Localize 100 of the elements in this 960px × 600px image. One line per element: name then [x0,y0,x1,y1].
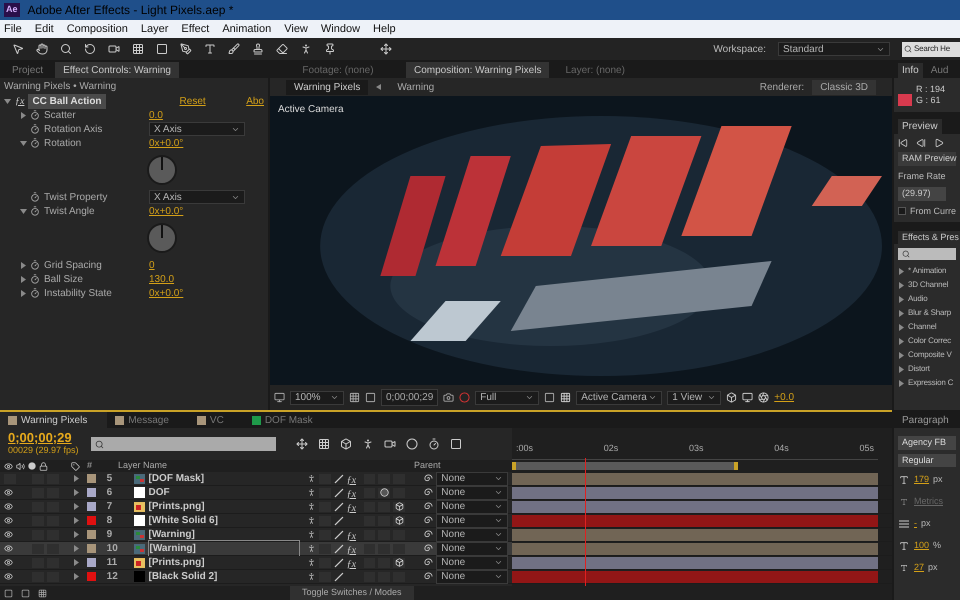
layer-row[interactable]: 9 [Warning] ƒx None [0,528,512,542]
layer-duration-bar[interactable] [512,472,878,484]
vertical-scale-value[interactable]: 100 [914,539,930,553]
fx-icon[interactable]: ƒx [346,474,356,486]
menu-item[interactable]: Layer [140,20,168,38]
renderer-button[interactable]: Classic 3D [812,80,876,94]
parent-dropdown[interactable]: None [436,556,508,570]
stopwatch-icon[interactable] [30,274,40,284]
eraser-icon[interactable] [276,43,288,55]
brush-icon[interactable] [228,43,240,55]
label-color[interactable] [86,516,96,525]
type-icon[interactable] [204,43,216,55]
switch-box[interactable] [378,544,390,554]
zoom-dropdown[interactable]: 100% [290,390,344,404]
expand-arrow-icon[interactable] [20,276,27,282]
layer-name[interactable]: [Prints.png] [148,555,300,570]
search-field[interactable] [90,437,276,451]
shy-switch-icon[interactable] [306,530,316,539]
fx-icon[interactable]: ƒx [346,502,356,514]
label-color[interactable] [86,572,96,581]
search-help-field[interactable]: Search He [902,42,960,56]
play-icon[interactable] [934,138,944,148]
property-value[interactable]: 0.0 [149,108,163,122]
ram-preview-dropdown[interactable]: RAM Preview [898,152,956,166]
draft-3d-icon[interactable] [340,438,352,450]
fx-icon[interactable]: ƒx [346,558,356,570]
parent-dropdown[interactable]: None [436,486,508,500]
menu-item[interactable]: Edit [34,20,54,38]
quality-icon[interactable] [334,544,344,554]
current-time[interactable]: 0;00;00;29 [8,432,79,444]
pick-whip-icon[interactable] [424,488,434,497]
pen-icon[interactable] [180,43,192,55]
parent-dropdown[interactable]: None [436,514,508,528]
grid-icon[interactable] [349,392,360,403]
pick-whip-icon[interactable] [424,558,434,567]
comp-breadcrumb[interactable]: Warning [389,80,442,94]
checkerboard-icon[interactable] [560,392,572,403]
toggle-switches-button[interactable]: Toggle Switches / Modes [290,586,414,600]
navigator-icon[interactable] [296,438,308,450]
pick-whip-icon[interactable] [424,502,434,511]
shy-switch-icon[interactable] [306,544,316,553]
layer-duration-bar[interactable] [512,528,878,540]
composition-tab[interactable]: Warning Pixels [0,412,108,428]
expand-arrow-icon[interactable] [20,290,27,296]
expand-arrow-icon[interactable] [20,208,27,214]
baseline-shift-value[interactable]: 27 [914,561,924,575]
work-area-bar[interactable] [512,462,738,470]
exposure-icon[interactable] [758,392,770,403]
eye-icon[interactable] [4,488,13,496]
quality-icon[interactable] [334,516,344,526]
pick-whip-icon[interactable] [424,544,434,553]
stamp-icon[interactable] [252,43,264,55]
stopwatch-icon[interactable] [30,138,40,148]
quality-icon[interactable] [334,558,344,568]
panel-tab[interactable]: Effect Controls: Warning [55,62,179,78]
magnifier-icon[interactable] [60,43,72,55]
switch-box[interactable] [364,544,376,554]
composition-tab[interactable]: Message [107,412,189,428]
quality-icon[interactable] [334,474,344,484]
property-value[interactable]: 130.0 [149,272,174,286]
label-color[interactable] [86,544,96,553]
effect-category[interactable]: Color Correc [908,335,951,347]
previous-frame-icon[interactable] [916,138,926,148]
pick-whip-icon[interactable] [424,530,434,539]
expand-arrow-icon[interactable] [20,140,27,146]
layer-row[interactable]: 6 DOF ƒx None [0,486,512,500]
rotate-icon[interactable] [84,43,96,55]
shy-switch-icon[interactable] [306,502,316,511]
layer-name[interactable]: [DOF Mask] [148,471,300,486]
layer-name[interactable]: [Warning] [148,527,300,542]
pick-whip-icon[interactable] [424,516,434,525]
comp-breadcrumb[interactable]: Warning Pixels [286,80,368,94]
panel-tab[interactable]: Aud [926,63,952,78]
shy-switch-icon[interactable] [306,474,316,483]
eye-icon[interactable] [4,558,13,566]
quality-icon[interactable] [334,572,344,582]
eye-icon[interactable] [4,516,13,524]
expand-arrow-icon[interactable] [20,262,27,268]
layer-name[interactable]: DOF [148,485,300,500]
effect-category[interactable]: Expression C [908,377,954,389]
stopwatch-icon[interactable] [30,110,40,120]
font-size-value[interactable]: 179 [914,473,930,487]
font-dropdown[interactable]: Agency FB [898,436,956,450]
layer-duration-bar[interactable] [512,556,878,568]
layer-duration-bar[interactable] [512,486,878,498]
property-dropdown[interactable]: X Axis [149,190,245,204]
quality-icon[interactable] [334,488,344,498]
stopwatch-icon[interactable] [30,260,40,270]
layer-row[interactable]: 12 [Black Solid 2] None [0,570,512,584]
parent-dropdown[interactable]: None [436,472,508,486]
effect-category[interactable]: Blur & Sharp [908,307,951,319]
frame-rate-dropdown[interactable]: (29.97) [898,187,946,200]
label-color[interactable] [86,530,96,539]
label-color[interactable] [86,558,96,567]
switch-box[interactable] [46,544,59,554]
shy-switch-icon[interactable] [306,558,316,567]
angle-dial[interactable] [146,154,178,186]
quality-icon[interactable] [334,530,344,540]
menu-item[interactable]: Animation [222,20,272,38]
switch-box[interactable] [32,544,44,554]
